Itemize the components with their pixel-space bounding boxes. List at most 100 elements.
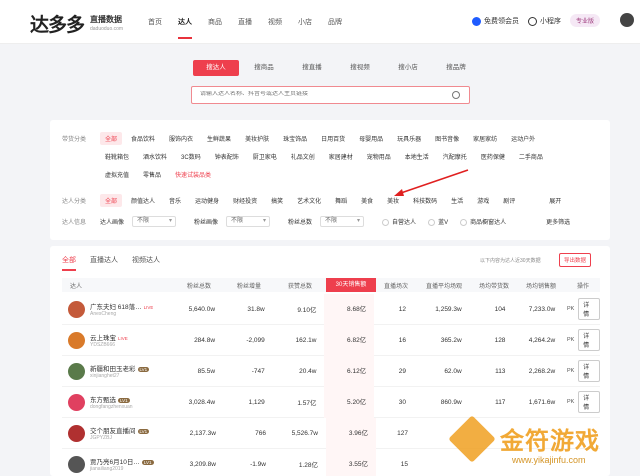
nav-goods[interactable]: 商品 (200, 17, 230, 27)
category-chip[interactable]: 鞋靴箱包 (100, 150, 134, 163)
category-chip[interactable]: 家居建材 (324, 150, 358, 163)
tab-search-shop[interactable]: 搜小店 (385, 60, 431, 76)
detail-button[interactable]: 详情 (578, 329, 600, 351)
nav-influencer[interactable]: 达人 (170, 17, 200, 39)
portrait-select[interactable]: 不限 (132, 216, 177, 227)
pk-button[interactable]: PK (563, 337, 578, 343)
category-chip[interactable]: 日用百货 (316, 132, 350, 145)
type-chip[interactable]: 美食 (356, 194, 378, 207)
table-row[interactable]: 云上珠宝 LIVE YDSZB666 284.8w -2,099 162.1w 6.… (62, 324, 600, 356)
nav-brand[interactable]: 品牌 (320, 17, 350, 27)
type-chip[interactable]: 剧评 (498, 194, 520, 207)
nav-home[interactable]: 首页 (140, 17, 170, 27)
fans-total-select[interactable]: 不限 (320, 216, 365, 227)
col-live-count[interactable]: 直播场次 (376, 281, 416, 290)
type-chip[interactable]: 艺术文化 (292, 194, 326, 207)
category-chip[interactable]: 母婴用品 (354, 132, 388, 145)
anchor-cell[interactable]: 贾乃亮6月10日… LV1 jianailiang2019 (62, 455, 174, 473)
category-chip[interactable]: 全部 (100, 132, 123, 145)
category-chip[interactable]: 厨卫家电 (248, 150, 282, 163)
showcase-check[interactable]: 商品橱窗达人 (460, 217, 506, 226)
type-chip[interactable]: 搞笑 (266, 194, 288, 207)
pro-badge[interactable]: 专业版 (570, 14, 601, 27)
logo[interactable]: 达多多 (30, 10, 85, 37)
col-avg-goods[interactable]: 场均带货数 (472, 281, 516, 290)
col-avg-views[interactable]: 直播平均场观 (416, 281, 472, 290)
avatar (68, 393, 85, 411)
tab-search-goods[interactable]: 搜商品 (241, 60, 287, 76)
category-chip[interactable]: 服饰内衣 (164, 132, 198, 145)
check-label: 蓝V (438, 220, 449, 226)
nav-shop[interactable]: 小店 (290, 17, 320, 27)
nav-video[interactable]: 视频 (260, 17, 290, 27)
user-avatar[interactable] (620, 13, 634, 27)
table-row[interactable]: 广东夫妇 618落… LIVE AnesCheng 5,640.0w 31.8w 9… (62, 293, 600, 325)
type-chip[interactable]: 全部 (100, 194, 123, 207)
type-chip[interactable]: 运动健身 (190, 194, 224, 207)
category-chip[interactable]: 医药保健 (476, 150, 510, 163)
free-vip-link[interactable]: 免费领会员 (472, 16, 519, 26)
tab-all[interactable]: 全部 (62, 255, 76, 271)
category-chip[interactable]: 家居家纺 (468, 132, 502, 145)
pk-button[interactable]: PK (563, 306, 578, 312)
self-operated-check[interactable]: 自营达人 (382, 217, 416, 226)
pk-button[interactable]: PK (563, 399, 578, 405)
category-chip[interactable]: 美妆护肤 (240, 132, 274, 145)
anchor-cell[interactable]: 交个朋友直播间 LV1 JGPYZBJ (62, 424, 174, 442)
type-chip[interactable]: 游戏 (472, 194, 494, 207)
category-chip[interactable]: 3C数码 (176, 150, 206, 163)
col-likes[interactable]: 获赞总数 (274, 281, 326, 290)
category-chip[interactable]: 食品饮料 (126, 132, 160, 145)
type-chip[interactable]: 舞蹈 (330, 194, 352, 207)
category-chip[interactable]: 玩具乐器 (392, 132, 426, 145)
col-fans[interactable]: 粉丝总数 (174, 281, 224, 290)
fans-portrait-select[interactable]: 不限 (226, 216, 271, 227)
avg-goods-cell: 113 (495, 367, 506, 375)
search-input[interactable] (200, 91, 440, 97)
type-chip[interactable]: 音乐 (164, 194, 186, 207)
table-row[interactable]: 东方甄选 LV1 dongfangzhenxuan 3,028.4w 1,129 1… (62, 386, 600, 418)
search-icon[interactable] (452, 91, 460, 99)
quick-category-link[interactable]: 快速试装品类 (170, 168, 216, 181)
export-button[interactable]: 导出数据 (559, 253, 592, 267)
tab-search-brand[interactable]: 搜品牌 (433, 60, 479, 76)
col-sales-30d[interactable]: 30天销售额 (326, 278, 376, 292)
col-fans-inc[interactable]: 粉丝增量 (224, 281, 274, 290)
category-chip[interactable]: 本地生活 (400, 150, 434, 163)
anchor-cell[interactable]: 云上珠宝 LIVE YDSZB666 (62, 331, 173, 349)
category-chip[interactable]: 虚拟充值 (100, 168, 134, 181)
category-chip[interactable]: 二手商品 (514, 150, 548, 163)
category-chip[interactable]: 生鲜蔬果 (202, 132, 236, 145)
tab-search-influencer[interactable]: 搜达人 (193, 60, 239, 76)
tab-search-video[interactable]: 搜视频 (337, 60, 383, 76)
category-chip[interactable]: 零售品 (138, 168, 166, 181)
category-chip[interactable]: 礼品文创 (286, 150, 320, 163)
detail-button[interactable]: 详情 (578, 391, 600, 413)
category-chip[interactable]: 珠宝饰品 (278, 132, 312, 145)
fans-total-label: 粉丝总数 (288, 220, 313, 226)
category-chip[interactable]: 图书音像 (430, 132, 464, 145)
detail-button[interactable]: 详情 (578, 298, 600, 320)
blue-v-check[interactable]: 蓝V (428, 217, 448, 226)
category-chip[interactable]: 钟表配饰 (210, 150, 244, 163)
tab-video-influencer[interactable]: 视频达人 (132, 255, 160, 271)
category-chip[interactable]: 宠物用品 (362, 150, 396, 163)
nav-live[interactable]: 直播 (230, 17, 260, 27)
type-chip[interactable]: 财经投资 (228, 194, 262, 207)
category-chip[interactable]: 运动户外 (506, 132, 540, 145)
tab-live-influencer[interactable]: 直播达人 (90, 255, 118, 271)
more-filters-button[interactable]: 更多筛选 (546, 217, 570, 226)
category-chip[interactable]: 酒水饮料 (138, 150, 172, 163)
anchor-cell[interactable]: 广东夫妇 618落… LIVE AnesCheng (62, 300, 173, 318)
expand-types-button[interactable]: 展开 (544, 194, 566, 207)
anchor-cell[interactable]: 东方甄选 LV1 dongfangzhenxuan (62, 393, 173, 411)
pk-button[interactable]: PK (563, 368, 578, 374)
type-chip[interactable]: 颜值达人 (126, 194, 160, 207)
col-avg-sales[interactable]: 场均销售额 (516, 281, 566, 290)
anchor-cell[interactable]: 新疆和田玉老彩 LV1 xinjianghet27 (62, 362, 173, 380)
detail-button[interactable]: 详情 (578, 360, 600, 382)
table-row[interactable]: 新疆和田玉老彩 LV1 xinjianghet27 85.5w -747 20.4w… (62, 355, 600, 387)
category-chip[interactable]: 汽配摩托 (438, 150, 472, 163)
tab-search-live[interactable]: 搜直播 (289, 60, 335, 76)
mini-program-link[interactable]: 小程序 (528, 16, 561, 26)
